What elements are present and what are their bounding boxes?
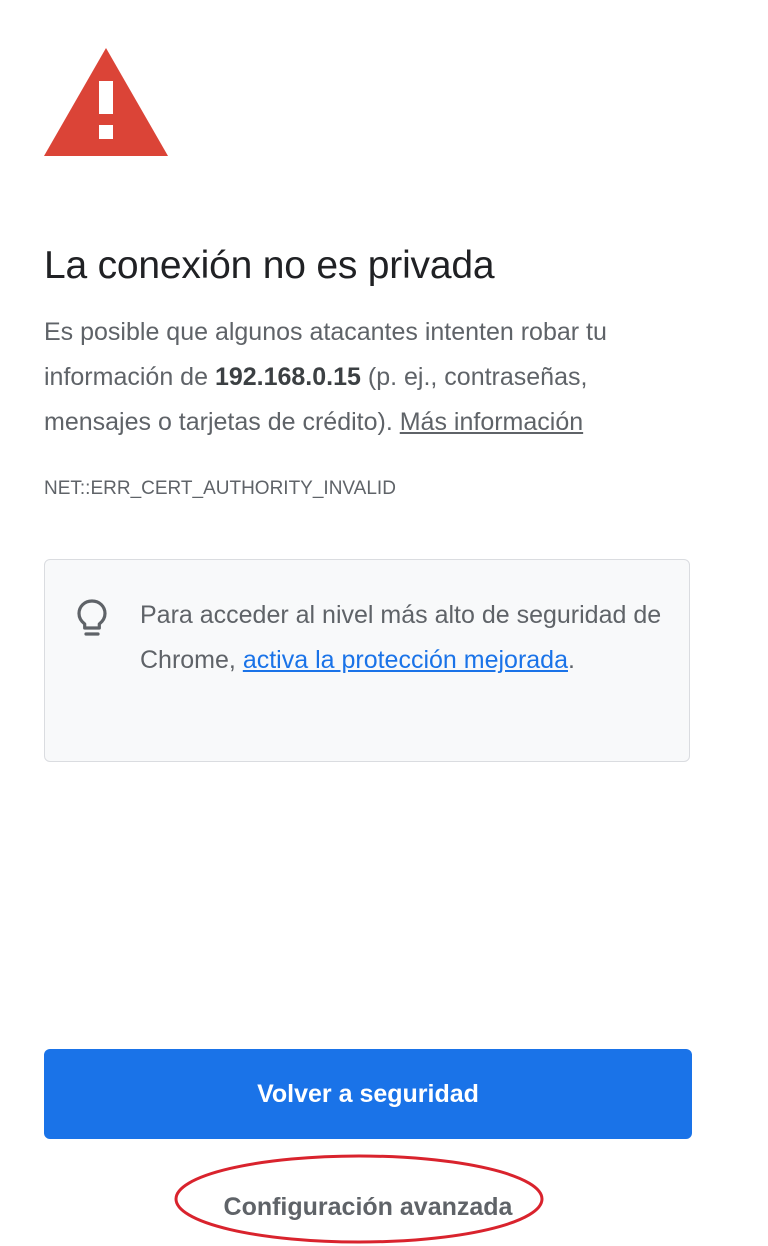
warning-triangle-icon bbox=[44, 48, 168, 156]
advanced-settings-button[interactable]: Configuración avanzada bbox=[44, 1176, 692, 1238]
learn-more-link[interactable]: Más información bbox=[400, 408, 583, 436]
enhanced-protection-tip: Para acceder al nivel más alto de seguri… bbox=[44, 559, 690, 762]
tip-text: Para acceder al nivel más alto de seguri… bbox=[140, 593, 675, 683]
tip-period: . bbox=[567, 646, 575, 674]
page-title: La conexión no es privada bbox=[44, 244, 495, 287]
back-to-safety-button[interactable]: Volver a seguridad bbox=[44, 1049, 692, 1139]
enhanced-protection-link[interactable]: activa la protección mejorada bbox=[243, 646, 568, 674]
error-code: NET::ERR_CERT_AUTHORITY_INVALID bbox=[44, 478, 396, 499]
host-address: 192.168.0.15 bbox=[214, 363, 361, 391]
explanation-text: Es posible que algunos atacantes intente… bbox=[44, 310, 684, 445]
lightbulb-icon bbox=[77, 599, 107, 636]
